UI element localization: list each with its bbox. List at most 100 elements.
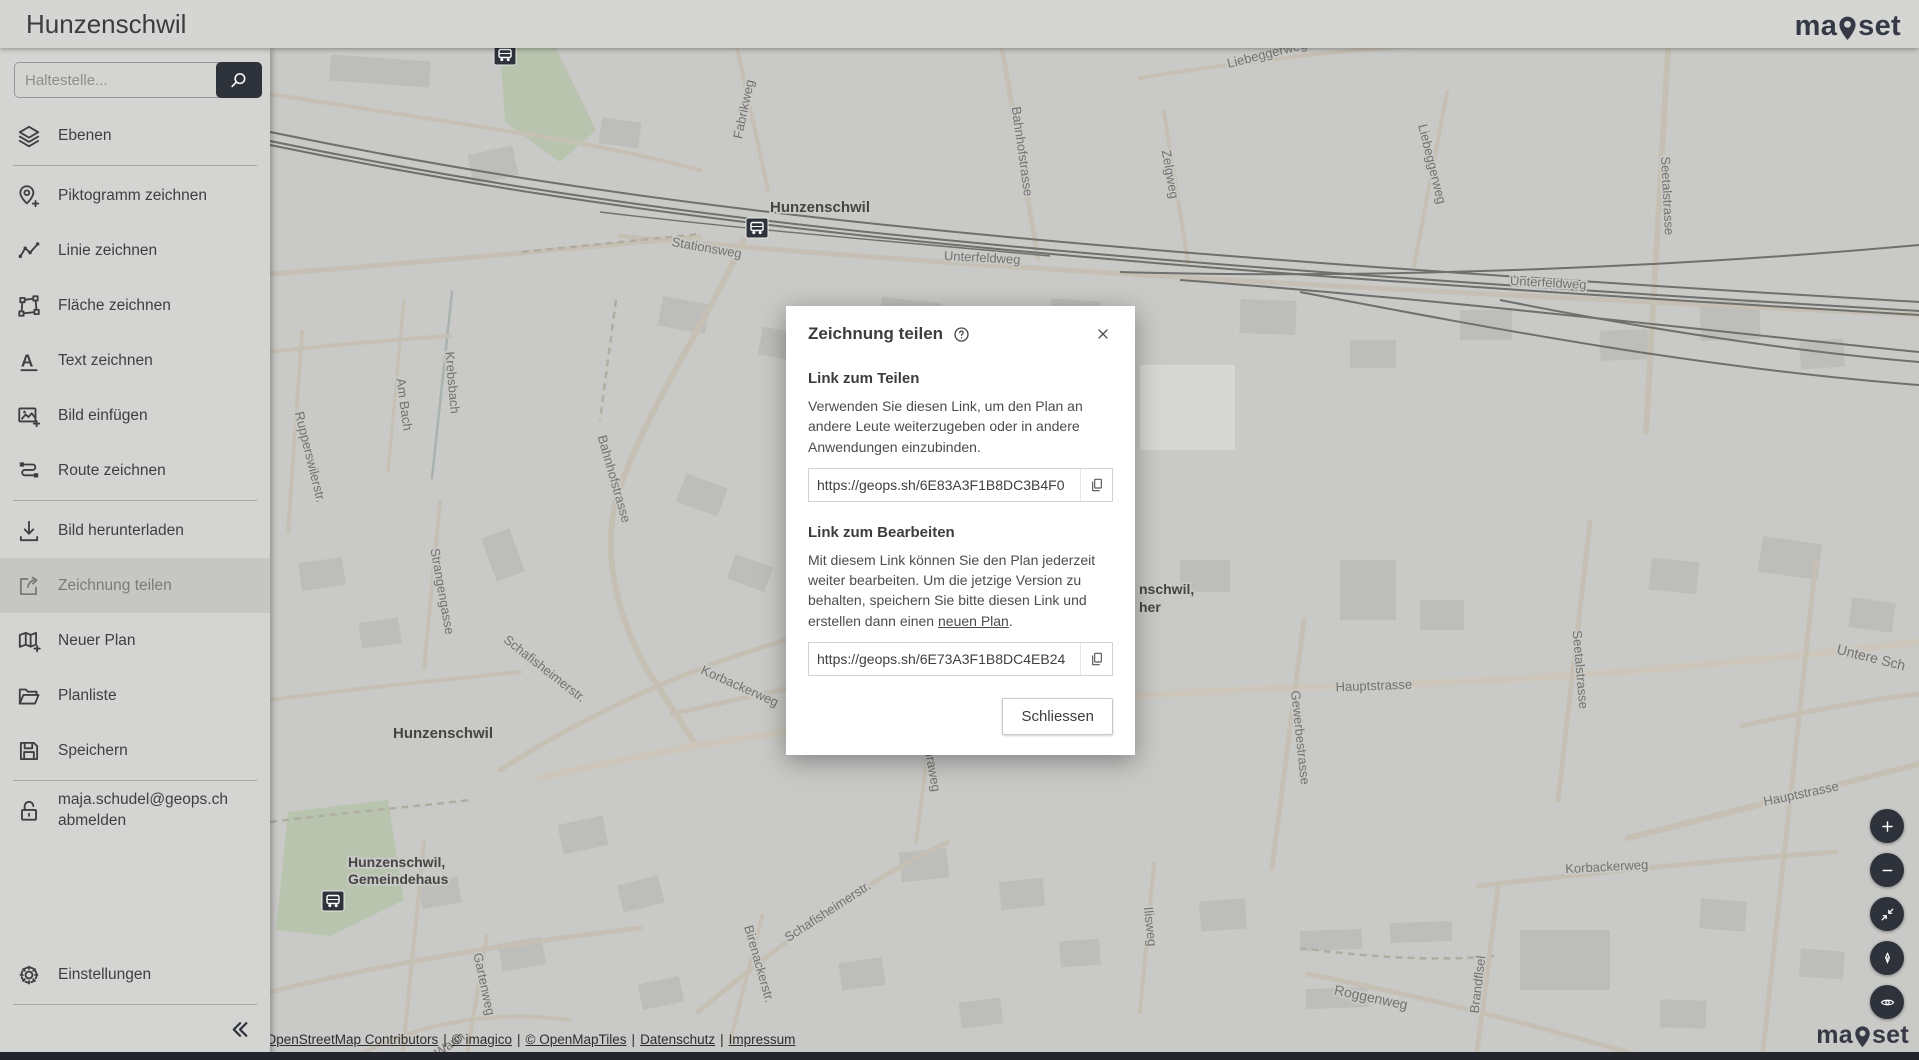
bus-station-icon[interactable]	[322, 891, 344, 911]
neuen-plan-link[interactable]: neuen Plan	[938, 613, 1009, 629]
sidebar-item-zeichnung-teilen[interactable]: Zeichnung teilen	[0, 558, 270, 613]
sidebar-item-flaeche-zeichnen[interactable]: Fläche zeichnen	[0, 278, 270, 333]
mapset-logo-map: ma set	[1816, 1019, 1909, 1048]
svg-text:Hunzenschwil: Hunzenschwil	[770, 199, 870, 216]
text-icon: A	[16, 348, 42, 374]
sidebar-item-bild-herunterladen[interactable]: Bild herunterladen	[0, 503, 270, 558]
share-dialog: Zeichnung teilen Link zum Teilen Verwend…	[786, 306, 1135, 755]
copy-icon	[1089, 477, 1105, 493]
sidebar-item-abmelden[interactable]: maja.schudel@geops.chabmelden	[0, 783, 270, 838]
copy-share-url-button[interactable]	[1080, 469, 1112, 501]
close-icon	[1095, 326, 1111, 342]
sidebar-item-bild-einfuegen[interactable]: Bild einfügen	[0, 388, 270, 443]
sidebar-item-linie-zeichnen[interactable]: Linie zeichnen	[0, 223, 270, 278]
plus-icon	[1879, 818, 1896, 835]
sidebar-item-neuer-plan[interactable]: Neuer Plan	[0, 613, 270, 668]
dialog-title: Zeichnung teilen	[808, 324, 943, 344]
sidebar-item-planliste[interactable]: Planliste	[0, 668, 270, 723]
attribution-separator: |	[720, 1032, 724, 1047]
search-input[interactable]	[14, 62, 220, 98]
image-plus-icon	[16, 403, 42, 429]
svg-text:Bahnhofstrasse: Bahnhofstrasse	[1009, 106, 1036, 198]
attribution-separator: |	[632, 1032, 636, 1047]
mapset-logo-text: set	[1858, 12, 1901, 41]
sidebar-item-einstellungen[interactable]: Einstellungen	[0, 947, 270, 1002]
edit-link-heading: Link zum Bearbeiten	[808, 524, 1113, 541]
sidebar-item-label: Piktogramm zeichnen	[58, 187, 207, 205]
search-icon	[228, 69, 250, 91]
dialog-footer: Schliessen	[808, 698, 1113, 735]
map-pin-icon	[1854, 1025, 1871, 1049]
folder-icon	[16, 683, 42, 709]
sidebar-item-label: Planliste	[58, 687, 117, 705]
attribution-link[interactable]: Datenschutz	[640, 1032, 715, 1047]
svg-text:Hauptstrasse: Hauptstrasse	[1335, 677, 1412, 695]
save-icon	[16, 738, 42, 764]
zoom-out-button[interactable]	[1870, 853, 1904, 887]
north-arrow-button[interactable]	[1870, 941, 1904, 975]
bottom-strip	[0, 1052, 1919, 1060]
zoom-in-button[interactable]	[1870, 809, 1904, 843]
help-button[interactable]	[952, 325, 971, 344]
sidebar-item-label: Fläche zeichnen	[58, 297, 171, 315]
share-link-heading: Link zum Teilen	[808, 370, 1113, 387]
svg-text:Zelgweg: Zelgweg	[1159, 149, 1182, 200]
svg-text:Krebsbach: Krebsbach	[442, 351, 462, 414]
question-circle-icon	[952, 325, 971, 344]
svg-text:Am Bach: Am Bach	[393, 377, 415, 431]
sidebar-item-ebenen[interactable]: Ebenen	[0, 108, 270, 163]
copy-edit-url-button[interactable]	[1080, 643, 1112, 675]
sidebar-item-text-zeichnen[interactable]: A Text zeichnen	[0, 333, 270, 388]
sidebar-menu: Ebenen Piktogramm zeichnen Linie zeichnen F…	[0, 108, 270, 838]
edit-link-description: Mit diesem Link können Sie den Plan jede…	[808, 550, 1113, 631]
share-link-description: Verwenden Sie diesen Link, um den Plan a…	[808, 396, 1113, 457]
svg-text:Korbackerweg: Korbackerweg	[1565, 857, 1649, 876]
compress-icon	[1879, 906, 1896, 923]
attribution-link[interactable]: © OpenMapTiles	[526, 1032, 627, 1047]
edit-url-input[interactable]	[809, 643, 1080, 675]
share-url-input[interactable]	[809, 469, 1080, 501]
train-station-icon[interactable]	[746, 218, 768, 238]
svg-text:Rupperswilerstr.: Rupperswilerstr.	[292, 410, 329, 504]
lock-open-icon	[16, 798, 42, 824]
layers-icon	[16, 123, 42, 149]
visibility-button[interactable]	[1870, 985, 1904, 1019]
svg-text:Hunzenschwil,: Hunzenschwil,	[348, 854, 445, 870]
sidebar-collapse-button[interactable]	[225, 1015, 254, 1044]
attribution-link[interactable]: © OpenStreetMap Contributors	[252, 1032, 438, 1047]
sidebar-item-piktogramm-zeichnen[interactable]: Piktogramm zeichnen	[0, 168, 270, 223]
map-stations	[322, 45, 768, 911]
schliessen-button[interactable]: Schliessen	[1002, 698, 1113, 735]
attribution-link[interactable]: © imagico	[452, 1032, 512, 1047]
sidebar-item-label: Ebenen	[58, 127, 111, 145]
sidebar-item-label: Text zeichnen	[58, 352, 153, 370]
sidebar-item-route-zeichnen[interactable]: Route zeichnen	[0, 443, 270, 498]
svg-text:A: A	[21, 350, 34, 370]
copy-icon	[1089, 651, 1105, 667]
sidebar-item-speichern[interactable]: Speichern	[0, 723, 270, 778]
divider	[13, 1004, 257, 1005]
sidebar-item-label: Linie zeichnen	[58, 242, 157, 260]
svg-text:Liebeggerweg: Liebeggerweg	[1415, 122, 1449, 205]
gear-icon	[16, 962, 42, 988]
share-url-row	[808, 468, 1113, 502]
sidebar-item-label: Neuer Plan	[58, 632, 136, 650]
minus-icon	[1879, 862, 1896, 879]
svg-text:Schafisheimerstr.: Schafisheimerstr.	[782, 878, 874, 945]
svg-text:Stationsweg: Stationsweg	[671, 234, 743, 261]
svg-text:Hauptstrasse: Hauptstrasse	[1762, 778, 1840, 809]
route-icon	[16, 458, 42, 484]
sidebar: Ebenen Piktogramm zeichnen Linie zeichnen F…	[0, 48, 270, 1060]
fit-extent-button[interactable]	[1870, 897, 1904, 931]
svg-text:Birenackerstr.: Birenackerstr.	[741, 923, 777, 1004]
dialog-close-button[interactable]	[1093, 324, 1113, 344]
polygon-icon	[16, 293, 42, 319]
search-button[interactable]	[216, 62, 262, 98]
attribution-link[interactable]: Impressum	[729, 1032, 796, 1047]
map-plus-icon	[16, 628, 42, 654]
attribution-separator: |	[443, 1032, 447, 1047]
bus-station-icon[interactable]	[494, 45, 516, 65]
sidebar-item-label: Speichern	[58, 742, 128, 760]
map-controls	[1870, 809, 1904, 1019]
edit-url-row	[808, 642, 1113, 676]
